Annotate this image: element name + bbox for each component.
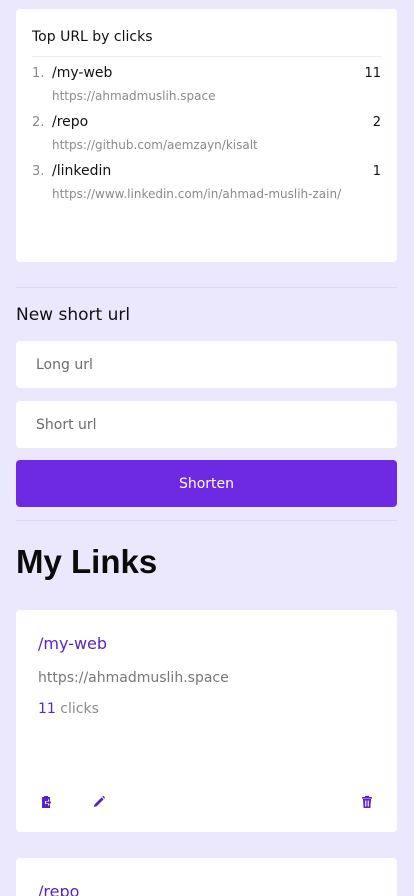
top-url-rank: 3. — [32, 164, 45, 179]
pencil-icon[interactable] — [91, 794, 107, 810]
top-url-item[interactable]: 3. /linkedin 1 https://www.linkedin.com/… — [32, 163, 381, 203]
top-urls-list: 1. /my-web 11 https://ahmadmuslih.space … — [32, 65, 381, 203]
top-urls-card: Top URL by clicks 1. /my-web 11 https://… — [16, 9, 397, 262]
top-url-count: 1 — [372, 164, 381, 179]
top-url-item[interactable]: 1. /my-web 11 https://ahmadmuslih.space — [32, 65, 381, 105]
link-clicks-label: clicks — [60, 701, 99, 717]
top-url-count: 11 — [364, 66, 381, 81]
clipboard-copy-icon[interactable] — [38, 794, 54, 810]
section-divider — [16, 287, 397, 288]
top-url-item[interactable]: 2. /repo 2 https://github.com/aemzayn/ki… — [32, 114, 381, 154]
top-url-rank: 1. — [32, 66, 45, 81]
top-urls-title: Top URL by clicks — [32, 9, 381, 57]
short-url-input[interactable] — [16, 401, 397, 448]
top-url-rank: 2. — [32, 115, 45, 130]
link-long-url[interactable]: https://ahmadmuslih.space — [38, 670, 375, 686]
top-url-path: /repo — [52, 114, 89, 130]
top-url-long: https://ahmadmuslih.space — [52, 89, 216, 103]
top-url-long: https://www.linkedin.com/in/ahmad-muslih… — [52, 187, 342, 201]
top-url-path: /linkedin — [52, 163, 112, 179]
shorten-button[interactable]: Shorten — [16, 460, 397, 507]
card-actions — [38, 794, 375, 810]
top-url-count: 2 — [372, 115, 381, 130]
link-short-path[interactable]: /repo — [38, 858, 375, 896]
top-url-path: /my-web — [52, 65, 113, 81]
new-url-title: New short url — [16, 305, 131, 325]
link-clicks-count: 11 — [38, 701, 56, 717]
link-card: /my-web https://ahmadmuslih.space 11 cli… — [16, 610, 397, 832]
long-url-input[interactable] — [16, 341, 397, 388]
link-short-path[interactable]: /my-web — [38, 610, 375, 653]
link-clicks: 11 clicks — [38, 701, 375, 717]
top-url-long: https://github.com/aemzayn/kisalt — [52, 138, 258, 152]
link-card: /repo — [16, 858, 397, 896]
my-links-title: My Links — [16, 543, 158, 580]
section-divider — [16, 520, 397, 521]
trash-icon[interactable] — [359, 794, 375, 810]
page: Top URL by clicks 1. /my-web 11 https://… — [0, 0, 414, 896]
